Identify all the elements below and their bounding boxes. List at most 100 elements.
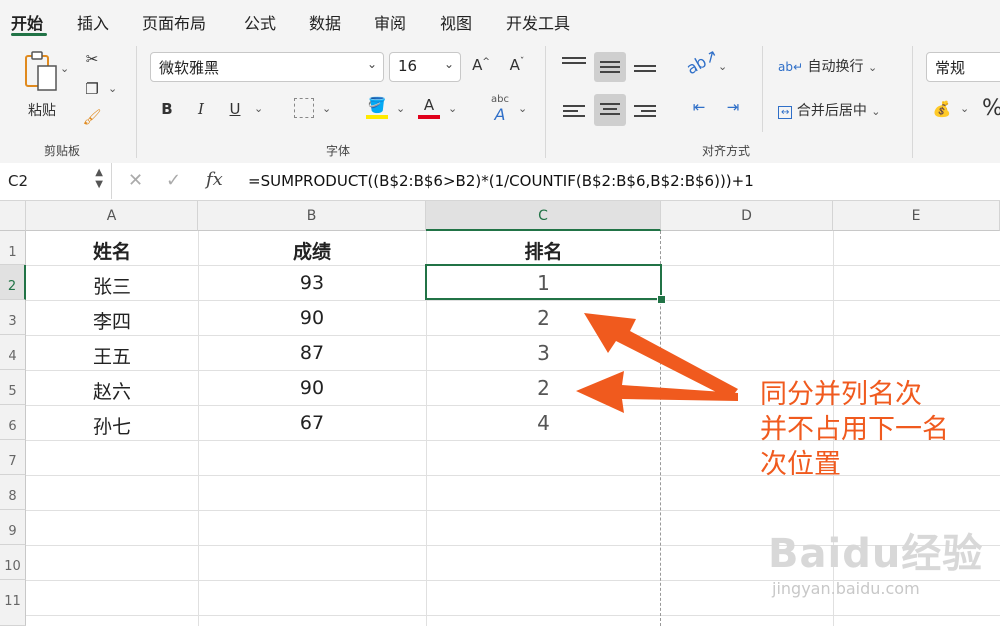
row-header-1[interactable]: 1	[0, 231, 26, 265]
cell-a3[interactable]: 李四	[26, 307, 198, 334]
column-header-d[interactable]: D	[661, 201, 833, 231]
cell-b2[interactable]: 93	[198, 272, 426, 294]
name-box-spinner-icon[interactable]: ▲ ▼	[95, 167, 103, 191]
group-divider	[136, 46, 137, 158]
column-header-b[interactable]: B	[198, 201, 426, 231]
tab-page-layout[interactable]: 页面布局	[142, 10, 206, 34]
font-name-select[interactable]: 微软雅黑 ⌄	[150, 52, 384, 82]
tab-formulas[interactable]: 公式	[244, 10, 276, 34]
row-header-8[interactable]: 8	[0, 475, 26, 510]
cell-a6[interactable]: 孙七	[26, 412, 198, 439]
formula-bar: C2 ▲ ▼ ✕ ✓ fx =SUMPRODUCT((B$2:B$6>B2)*(1…	[0, 163, 1000, 201]
clipboard-group-label: 剪贴板	[44, 144, 81, 158]
cell-b3[interactable]: 90	[198, 307, 426, 329]
group-divider	[545, 46, 546, 158]
active-tab-indicator	[11, 33, 47, 36]
tab-review[interactable]: 审阅	[374, 10, 406, 34]
column-header-c[interactable]: C	[426, 201, 661, 231]
cell-b1[interactable]: 成绩	[198, 237, 426, 264]
align-center-icon[interactable]	[594, 94, 626, 126]
increase-indent-icon[interactable]: ⇥	[722, 98, 744, 116]
baidu-jingyan-watermark: Baidu经验 jingyan.baidu.com	[768, 521, 983, 598]
row-header-9[interactable]: 9	[0, 510, 26, 545]
gridline	[26, 510, 1000, 511]
cell-b5[interactable]: 90	[198, 377, 426, 399]
column-header-a[interactable]: A	[26, 201, 198, 231]
underline-dropdown-chevron-icon[interactable]: ⌄	[254, 102, 263, 115]
row-header-2[interactable]: 2	[0, 265, 26, 300]
currency-format-icon[interactable]: 💰	[930, 100, 954, 118]
align-top-icon[interactable]	[562, 54, 586, 67]
gridline	[26, 300, 1000, 301]
font-color-button[interactable]: A	[418, 96, 440, 119]
align-middle-icon[interactable]	[594, 52, 626, 82]
paste-dropdown-chevron-icon[interactable]: ⌄	[60, 62, 69, 75]
font-size-select[interactable]: 16 ⌄	[389, 52, 461, 82]
row-header-7[interactable]: 7	[0, 440, 26, 475]
number-format-value: 常规	[935, 59, 966, 77]
row-header-11[interactable]: 11	[0, 580, 26, 626]
cell-a5[interactable]: 赵六	[26, 377, 198, 404]
italic-button[interactable]: I	[192, 100, 210, 118]
tab-developer[interactable]: 开发工具	[506, 10, 570, 34]
shrink-font-icon: A	[509, 56, 520, 74]
select-all-corner[interactable]	[0, 201, 26, 231]
row-header-6[interactable]: 6	[0, 405, 26, 440]
tab-insert[interactable]: 插入	[77, 10, 109, 34]
shrink-font-button[interactable]: Aˇ	[506, 56, 528, 74]
underline-button[interactable]: U	[226, 100, 244, 118]
paint-bucket-icon: 🪣	[367, 96, 387, 114]
grow-font-button[interactable]: A^	[470, 56, 492, 74]
annotation-arrows-icon	[576, 313, 738, 413]
chevron-down-icon: ⌄	[443, 57, 454, 71]
column-header-e[interactable]: E	[833, 201, 1000, 231]
phonetic-a-icon: A	[494, 105, 506, 124]
phonetic-dropdown-chevron-icon[interactable]: ⌄	[518, 102, 527, 115]
cell-c1[interactable]: 排名	[426, 237, 661, 264]
align-right-icon[interactable]	[634, 102, 656, 120]
fill-dropdown-chevron-icon[interactable]: ⌄	[396, 102, 405, 115]
cell-b6[interactable]: 67	[198, 412, 426, 434]
copy-icon[interactable]: ❐	[80, 80, 104, 98]
align-left-icon[interactable]	[563, 102, 585, 120]
borders-dropdown-chevron-icon[interactable]: ⌄	[322, 102, 331, 115]
phonetic-button[interactable]: abc A	[486, 94, 514, 124]
cell-b4[interactable]: 87	[198, 342, 426, 364]
row-header-3[interactable]: 3	[0, 300, 26, 335]
currency-dropdown-chevron-icon[interactable]: ⌄	[960, 102, 969, 115]
font-color-dropdown-chevron-icon[interactable]: ⌄	[448, 102, 457, 115]
fill-color-button[interactable]: 🪣	[366, 96, 388, 119]
row-header-5[interactable]: 5	[0, 370, 26, 405]
cell-a1[interactable]: 姓名	[26, 237, 198, 264]
row-header-4[interactable]: 4	[0, 335, 26, 370]
row-header-10[interactable]: 10	[0, 545, 26, 580]
align-bottom-icon[interactable]	[634, 62, 656, 75]
copy-dropdown-chevron-icon[interactable]: ⌄	[108, 82, 117, 95]
cell-a2[interactable]: 张三	[26, 272, 198, 299]
tab-home[interactable]: 开始	[11, 10, 43, 34]
formula-input[interactable]: =SUMPRODUCT((B$2:B$6>B2)*(1/COUNTIF(B$2:…	[248, 172, 754, 190]
format-painter-icon[interactable]: 🖌	[80, 108, 104, 126]
annotation-line-2: 并不占用下一名	[760, 414, 949, 445]
tab-view[interactable]: 视图	[440, 10, 472, 34]
tab-data[interactable]: 数据	[309, 10, 341, 34]
gridline	[26, 370, 1000, 371]
decrease-indent-icon[interactable]: ⇤	[688, 98, 710, 116]
merge-center-button[interactable]: ↔ 合并后居中 ⌄	[778, 100, 881, 120]
number-format-select[interactable]: 常规	[926, 52, 1000, 82]
alignment-group-label: 对齐方式	[702, 144, 751, 158]
insert-function-fx-icon[interactable]: fx	[206, 169, 223, 190]
bold-button[interactable]: B	[158, 100, 176, 118]
abc-label: abc	[491, 94, 509, 105]
name-box[interactable]: C2 ▲ ▼	[0, 163, 112, 199]
cut-icon[interactable]: ✂	[82, 50, 102, 68]
cancel-icon[interactable]: ✕	[128, 170, 143, 191]
wrap-text-button[interactable]: ab↵ 自动换行 ⌄	[778, 56, 877, 76]
cell-a4[interactable]: 王五	[26, 342, 198, 369]
orientation-icon[interactable]: ab↗	[683, 45, 721, 78]
enter-checkmark-icon[interactable]: ✓	[166, 170, 181, 191]
active-cell-selection[interactable]	[425, 264, 662, 300]
borders-icon[interactable]	[294, 98, 314, 118]
orientation-dropdown-chevron-icon[interactable]: ⌄	[718, 60, 727, 73]
percent-button[interactable]: %	[982, 96, 1000, 121]
